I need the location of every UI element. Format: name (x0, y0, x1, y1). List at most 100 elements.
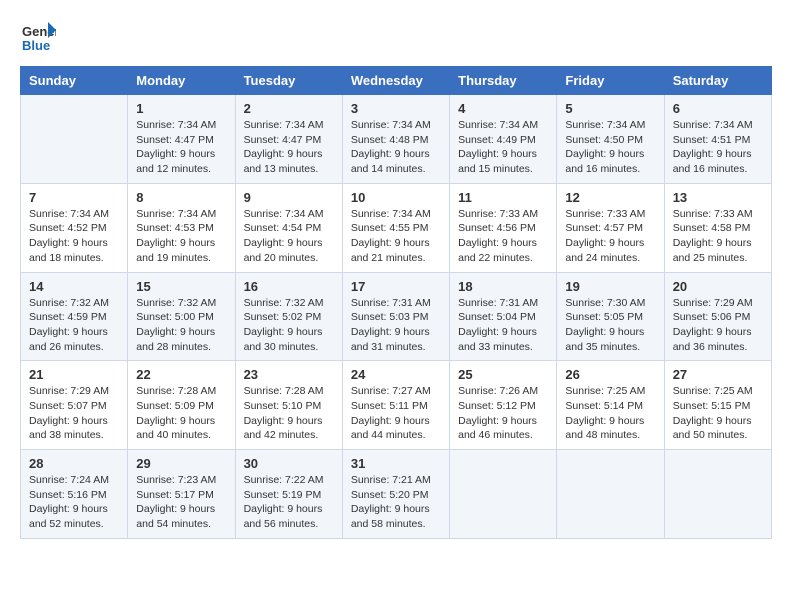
day-info: Sunrise: 7:34 AM Sunset: 4:51 PM Dayligh… (673, 118, 763, 177)
day-number: 19 (565, 279, 655, 294)
day-info: Sunrise: 7:26 AM Sunset: 5:12 PM Dayligh… (458, 384, 548, 443)
day-number: 13 (673, 190, 763, 205)
svg-text:Blue: Blue (22, 38, 50, 53)
day-cell: 25 Sunrise: 7:26 AM Sunset: 5:12 PM Dayli… (450, 361, 557, 450)
day-info: Sunrise: 7:31 AM Sunset: 5:03 PM Dayligh… (351, 296, 441, 355)
day-number: 16 (244, 279, 334, 294)
day-cell: 14 Sunrise: 7:32 AM Sunset: 4:59 PM Dayli… (21, 272, 128, 361)
day-cell: 23 Sunrise: 7:28 AM Sunset: 5:10 PM Dayli… (235, 361, 342, 450)
day-cell (664, 450, 771, 539)
day-info: Sunrise: 7:34 AM Sunset: 4:47 PM Dayligh… (136, 118, 226, 177)
day-info: Sunrise: 7:30 AM Sunset: 5:05 PM Dayligh… (565, 296, 655, 355)
day-number: 14 (29, 279, 119, 294)
day-cell: 17Sunrise: 7:31 AM Sunset: 5:03 PM Dayli… (342, 272, 449, 361)
header-cell-wednesday: Wednesday (342, 67, 449, 95)
header: General Blue (20, 20, 772, 56)
day-cell: 20 Sunrise: 7:29 AM Sunset: 5:06 PM Dayli… (664, 272, 771, 361)
day-cell: 30Sunrise: 7:22 AM Sunset: 5:19 PM Dayli… (235, 450, 342, 539)
day-info: Sunrise: 7:32 AM Sunset: 5:00 PM Dayligh… (136, 296, 226, 355)
day-info: Sunrise: 7:24 AM Sunset: 5:16 PM Dayligh… (29, 473, 119, 532)
day-number: 1 (136, 101, 226, 116)
day-info: Sunrise: 7:28 AM Sunset: 5:09 PM Dayligh… (136, 384, 226, 443)
day-cell: 15 Sunrise: 7:32 AM Sunset: 5:00 PM Dayli… (128, 272, 235, 361)
day-cell: 13 Sunrise: 7:33 AM Sunset: 4:58 PM Dayli… (664, 183, 771, 272)
day-cell: 11Sunrise: 7:33 AM Sunset: 4:56 PM Dayli… (450, 183, 557, 272)
day-number: 22 (136, 367, 226, 382)
week-row-1: 1 Sunrise: 7:34 AM Sunset: 4:47 PM Daylig… (21, 95, 772, 184)
day-info: Sunrise: 7:34 AM Sunset: 4:47 PM Dayligh… (244, 118, 334, 177)
day-info: Sunrise: 7:34 AM Sunset: 4:50 PM Dayligh… (565, 118, 655, 177)
day-cell: 5 Sunrise: 7:34 AM Sunset: 4:50 PM Daylig… (557, 95, 664, 184)
day-cell: 27 Sunrise: 7:25 AM Sunset: 5:15 PM Dayli… (664, 361, 771, 450)
day-number: 26 (565, 367, 655, 382)
day-info: Sunrise: 7:31 AM Sunset: 5:04 PM Dayligh… (458, 296, 548, 355)
week-row-2: 7 Sunrise: 7:34 AM Sunset: 4:52 PM Daylig… (21, 183, 772, 272)
day-info: Sunrise: 7:28 AM Sunset: 5:10 PM Dayligh… (244, 384, 334, 443)
day-info: Sunrise: 7:29 AM Sunset: 5:06 PM Dayligh… (673, 296, 763, 355)
day-number: 20 (673, 279, 763, 294)
calendar-table: SundayMondayTuesdayWednesdayThursdayFrid… (20, 66, 772, 539)
day-info: Sunrise: 7:33 AM Sunset: 4:57 PM Dayligh… (565, 207, 655, 266)
day-info: Sunrise: 7:25 AM Sunset: 5:14 PM Dayligh… (565, 384, 655, 443)
header-cell-friday: Friday (557, 67, 664, 95)
day-number: 6 (673, 101, 763, 116)
day-cell (557, 450, 664, 539)
day-number: 25 (458, 367, 548, 382)
day-cell: 12 Sunrise: 7:33 AM Sunset: 4:57 PM Dayli… (557, 183, 664, 272)
day-info: Sunrise: 7:34 AM Sunset: 4:49 PM Dayligh… (458, 118, 548, 177)
day-number: 11 (458, 190, 548, 205)
header-cell-sunday: Sunday (21, 67, 128, 95)
day-cell: 18 Sunrise: 7:31 AM Sunset: 5:04 PM Dayli… (450, 272, 557, 361)
day-number: 8 (136, 190, 226, 205)
day-number: 21 (29, 367, 119, 382)
day-cell: 19 Sunrise: 7:30 AM Sunset: 5:05 PM Dayli… (557, 272, 664, 361)
day-number: 4 (458, 101, 548, 116)
day-number: 24 (351, 367, 441, 382)
day-cell: 10Sunrise: 7:34 AM Sunset: 4:55 PM Dayli… (342, 183, 449, 272)
day-cell: 2 Sunrise: 7:34 AM Sunset: 4:47 PM Daylig… (235, 95, 342, 184)
day-number: 7 (29, 190, 119, 205)
day-number: 15 (136, 279, 226, 294)
day-info: Sunrise: 7:34 AM Sunset: 4:54 PM Dayligh… (244, 207, 334, 266)
day-info: Sunrise: 7:25 AM Sunset: 5:15 PM Dayligh… (673, 384, 763, 443)
day-cell: 4 Sunrise: 7:34 AM Sunset: 4:49 PM Daylig… (450, 95, 557, 184)
day-cell: 28 Sunrise: 7:24 AM Sunset: 5:16 PM Dayli… (21, 450, 128, 539)
header-cell-saturday: Saturday (664, 67, 771, 95)
day-cell: 9Sunrise: 7:34 AM Sunset: 4:54 PM Daylig… (235, 183, 342, 272)
day-info: Sunrise: 7:23 AM Sunset: 5:17 PM Dayligh… (136, 473, 226, 532)
day-number: 27 (673, 367, 763, 382)
day-cell: 3 Sunrise: 7:34 AM Sunset: 4:48 PM Daylig… (342, 95, 449, 184)
day-info: Sunrise: 7:29 AM Sunset: 5:07 PM Dayligh… (29, 384, 119, 443)
day-info: Sunrise: 7:34 AM Sunset: 4:55 PM Dayligh… (351, 207, 441, 266)
day-info: Sunrise: 7:34 AM Sunset: 4:52 PM Dayligh… (29, 207, 119, 266)
day-cell: 31Sunrise: 7:21 AM Sunset: 5:20 PM Dayli… (342, 450, 449, 539)
day-cell: 1 Sunrise: 7:34 AM Sunset: 4:47 PM Daylig… (128, 95, 235, 184)
day-cell: 24Sunrise: 7:27 AM Sunset: 5:11 PM Dayli… (342, 361, 449, 450)
day-number: 18 (458, 279, 548, 294)
week-row-5: 28 Sunrise: 7:24 AM Sunset: 5:16 PM Dayli… (21, 450, 772, 539)
day-number: 3 (351, 101, 441, 116)
day-number: 28 (29, 456, 119, 471)
day-info: Sunrise: 7:33 AM Sunset: 4:58 PM Dayligh… (673, 207, 763, 266)
day-number: 31 (351, 456, 441, 471)
day-info: Sunrise: 7:34 AM Sunset: 4:48 PM Dayligh… (351, 118, 441, 177)
day-cell: 21 Sunrise: 7:29 AM Sunset: 5:07 PM Dayli… (21, 361, 128, 450)
week-row-4: 21 Sunrise: 7:29 AM Sunset: 5:07 PM Dayli… (21, 361, 772, 450)
day-cell (450, 450, 557, 539)
day-cell: 16Sunrise: 7:32 AM Sunset: 5:02 PM Dayli… (235, 272, 342, 361)
header-cell-thursday: Thursday (450, 67, 557, 95)
header-row: SundayMondayTuesdayWednesdayThursdayFrid… (21, 67, 772, 95)
day-number: 12 (565, 190, 655, 205)
day-info: Sunrise: 7:32 AM Sunset: 4:59 PM Dayligh… (29, 296, 119, 355)
day-number: 30 (244, 456, 334, 471)
header-cell-tuesday: Tuesday (235, 67, 342, 95)
day-cell: 8Sunrise: 7:34 AM Sunset: 4:53 PM Daylig… (128, 183, 235, 272)
logo: General Blue (20, 20, 56, 56)
week-row-3: 14 Sunrise: 7:32 AM Sunset: 4:59 PM Dayli… (21, 272, 772, 361)
header-cell-monday: Monday (128, 67, 235, 95)
day-number: 5 (565, 101, 655, 116)
day-cell: 22 Sunrise: 7:28 AM Sunset: 5:09 PM Dayli… (128, 361, 235, 450)
day-number: 23 (244, 367, 334, 382)
day-number: 29 (136, 456, 226, 471)
day-number: 2 (244, 101, 334, 116)
